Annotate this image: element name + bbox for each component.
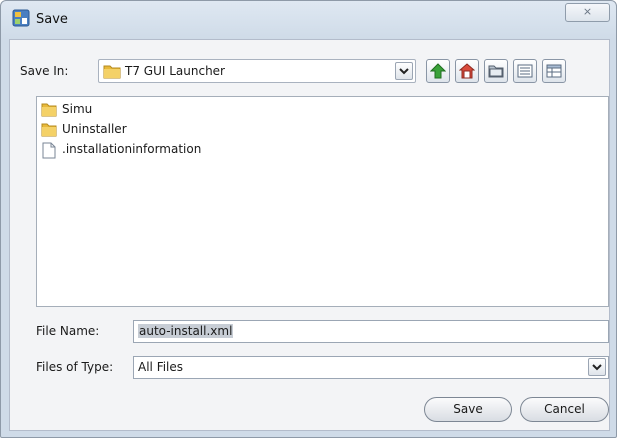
chevron-down-icon bbox=[592, 364, 602, 371]
window-title: Save bbox=[36, 12, 68, 27]
dropdown-arrow[interactable] bbox=[395, 62, 413, 80]
file-name-label: File Name: bbox=[36, 324, 100, 338]
file-name: .installationinformation bbox=[62, 142, 202, 156]
dialog-body: Save In: T7 GUI Launcher Simu Uninstalle… bbox=[9, 39, 610, 431]
file-name: Uninstaller bbox=[62, 122, 127, 136]
folder-icon bbox=[103, 65, 121, 79]
cancel-button[interactable]: Cancel bbox=[520, 397, 609, 422]
file-list[interactable]: Simu Uninstaller .installationinformatio… bbox=[36, 96, 609, 307]
file-type-value: All Files bbox=[138, 360, 184, 374]
file-name-input[interactable]: auto-install.xml bbox=[133, 320, 609, 343]
file-icon bbox=[42, 142, 56, 159]
file-name-value: auto-install.xml bbox=[138, 324, 234, 338]
list-view-icon bbox=[517, 64, 533, 78]
close-icon: ⨯ bbox=[582, 5, 593, 18]
save-in-value: T7 GUI Launcher bbox=[125, 64, 225, 78]
new-folder-button[interactable] bbox=[484, 59, 508, 83]
dropdown-arrow[interactable] bbox=[588, 358, 606, 376]
save-in-label: Save In: bbox=[20, 64, 69, 78]
folder-icon bbox=[41, 123, 57, 137]
details-view-button[interactable] bbox=[542, 59, 566, 83]
details-view-icon bbox=[546, 64, 562, 78]
folder-icon bbox=[41, 103, 57, 117]
title-bar[interactable]: Save ⨯ bbox=[1, 1, 616, 39]
file-type-label: Files of Type: bbox=[36, 360, 114, 374]
file-name: Simu bbox=[62, 102, 93, 116]
file-type-dropdown[interactable]: All Files bbox=[133, 356, 609, 379]
save-in-dropdown[interactable]: T7 GUI Launcher bbox=[98, 59, 416, 83]
home-icon bbox=[459, 63, 475, 79]
home-button[interactable] bbox=[455, 59, 479, 83]
app-icon bbox=[12, 9, 30, 27]
up-folder-button[interactable] bbox=[426, 59, 450, 83]
new-folder-icon bbox=[488, 65, 504, 78]
chevron-down-icon bbox=[399, 68, 409, 75]
list-view-button[interactable] bbox=[513, 59, 537, 83]
close-button[interactable]: ⨯ bbox=[565, 3, 610, 22]
up-folder-icon bbox=[430, 63, 446, 79]
save-button[interactable]: Save bbox=[424, 397, 512, 422]
save-dialog: Save ⨯ Save In: T7 GUI Launcher Simu Uni… bbox=[0, 0, 617, 438]
